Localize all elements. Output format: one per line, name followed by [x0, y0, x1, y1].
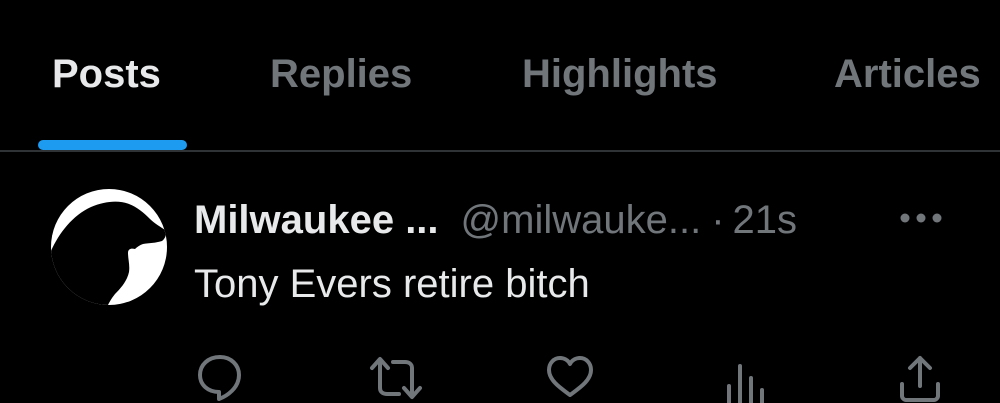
profile-tab-bar: Posts Replies Highlights Articles — [0, 0, 1000, 152]
tab-replies[interactable]: Replies — [270, 46, 412, 102]
separator-dot: · — [711, 198, 725, 242]
like-icon[interactable] — [542, 350, 598, 403]
post-text: Tony Evers retire bitch — [194, 262, 590, 306]
tab-divider — [0, 150, 1000, 152]
user-handle[interactable]: @milwauke... — [461, 198, 702, 242]
reply-icon[interactable] — [192, 350, 248, 403]
display-name[interactable]: Milwaukee ... — [194, 198, 439, 242]
avatar[interactable] — [51, 189, 167, 305]
repost-icon[interactable] — [368, 350, 424, 403]
post-header: Milwaukee ... @milwauke... · 21s — [194, 192, 797, 248]
active-tab-indicator — [38, 140, 187, 150]
profile-timeline: Posts Replies Highlights Articles Milwau… — [0, 0, 1000, 403]
post-timestamp[interactable]: 21s — [733, 198, 798, 242]
share-icon[interactable] — [892, 350, 948, 403]
tab-posts[interactable]: Posts — [52, 46, 161, 102]
tab-highlights[interactable]: Highlights — [522, 46, 718, 102]
more-icon[interactable] — [898, 208, 944, 228]
dog-silhouette-icon — [51, 201, 166, 305]
tab-articles[interactable]: Articles — [834, 46, 981, 102]
views-icon[interactable] — [718, 350, 774, 403]
